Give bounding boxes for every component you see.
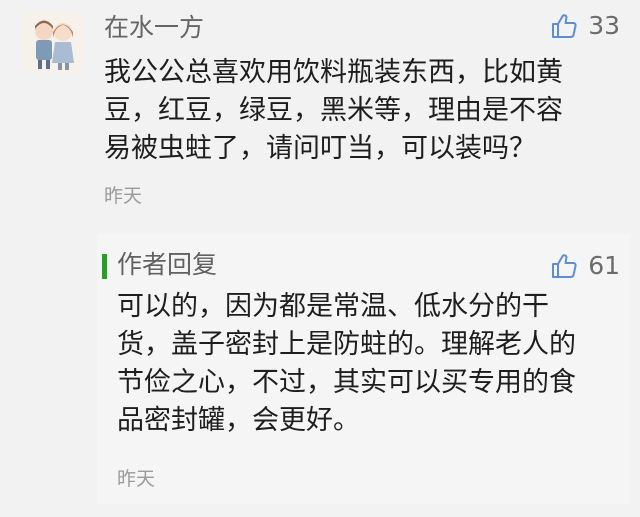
reply-time: 昨天 [117,468,156,490]
author-reply: 作者回复 61 可以的，因为都是常温、低水分的干 货，盖子密封上是防蛀的。理解老… [97,234,630,504]
reply-text-line: 节俭之心，不过，其实可以买专用的食 [117,367,576,398]
comment-text-line: 易被虫蛀了，请问叮当，可以装吗？ [104,133,536,164]
comment-like-count: 33 [588,11,620,40]
reply-text-line: 可以的，因为都是常温、低水分的干 [117,291,549,322]
comment-like-button[interactable]: 33 [550,8,620,44]
reply-like-button[interactable]: 61 [550,248,620,284]
comment-text-line: 豆，红豆，绿豆，黑米等，理由是不容 [104,95,563,126]
comment-time: 昨天 [104,185,143,207]
comment-thread: 在水一方 33 我公公总喜欢用饮料瓶装东西，比如黄 豆，红豆，绿豆，黑米等，理由… [0,0,640,517]
reply-text-line: 品密封罐，会更好。 [117,405,360,436]
avatar[interactable] [22,11,84,73]
comment-text-line: 我公公总喜欢用饮料瓶装东西，比如黄 [104,57,563,88]
reply-like-count: 61 [588,251,620,280]
thumbs-up-icon [552,14,577,38]
reply-author-label: 作者回复 [117,250,218,279]
comment-text: 我公公总喜欢用饮料瓶装东西，比如黄 豆，红豆，绿豆，黑米等，理由是不容 易被虫蛀… [104,54,614,168]
avatar-illustration-icon [22,11,84,73]
reply-text: 可以的，因为都是常温、低水分的干 货，盖子密封上是防蛀的。理解老人的 节俭之心，… [117,288,622,440]
comment-author[interactable]: 在水一方 [104,12,204,44]
author-reply-marker [102,254,107,279]
thumbs-up-icon [552,254,577,278]
reply-text-line: 货，盖子密封上是防蛀的。理解老人的 [117,329,576,360]
comment: 在水一方 33 我公公总喜欢用饮料瓶装东西，比如黄 豆，红豆，绿豆，黑米等，理由… [0,0,640,228]
